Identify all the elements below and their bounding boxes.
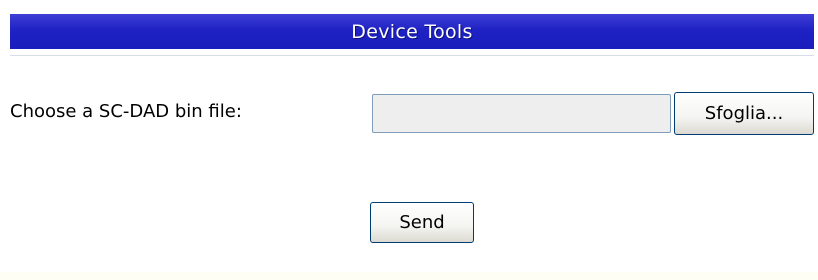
file-upload-row: Choose a SC-DAD bin file: Sfoglia... <box>10 88 814 138</box>
footer-divider <box>0 272 818 280</box>
file-input-label: Choose a SC-DAD bin file: <box>10 101 242 122</box>
browse-button[interactable]: Sfoglia... <box>674 92 814 135</box>
page-title: Device Tools <box>351 20 473 43</box>
header-divider <box>10 55 814 56</box>
file-path-field[interactable] <box>372 94 671 133</box>
send-button[interactable]: Send <box>370 202 474 243</box>
device-tools-page: Device Tools Choose a SC-DAD bin file: S… <box>0 0 818 280</box>
header-bar: Device Tools <box>10 14 814 49</box>
